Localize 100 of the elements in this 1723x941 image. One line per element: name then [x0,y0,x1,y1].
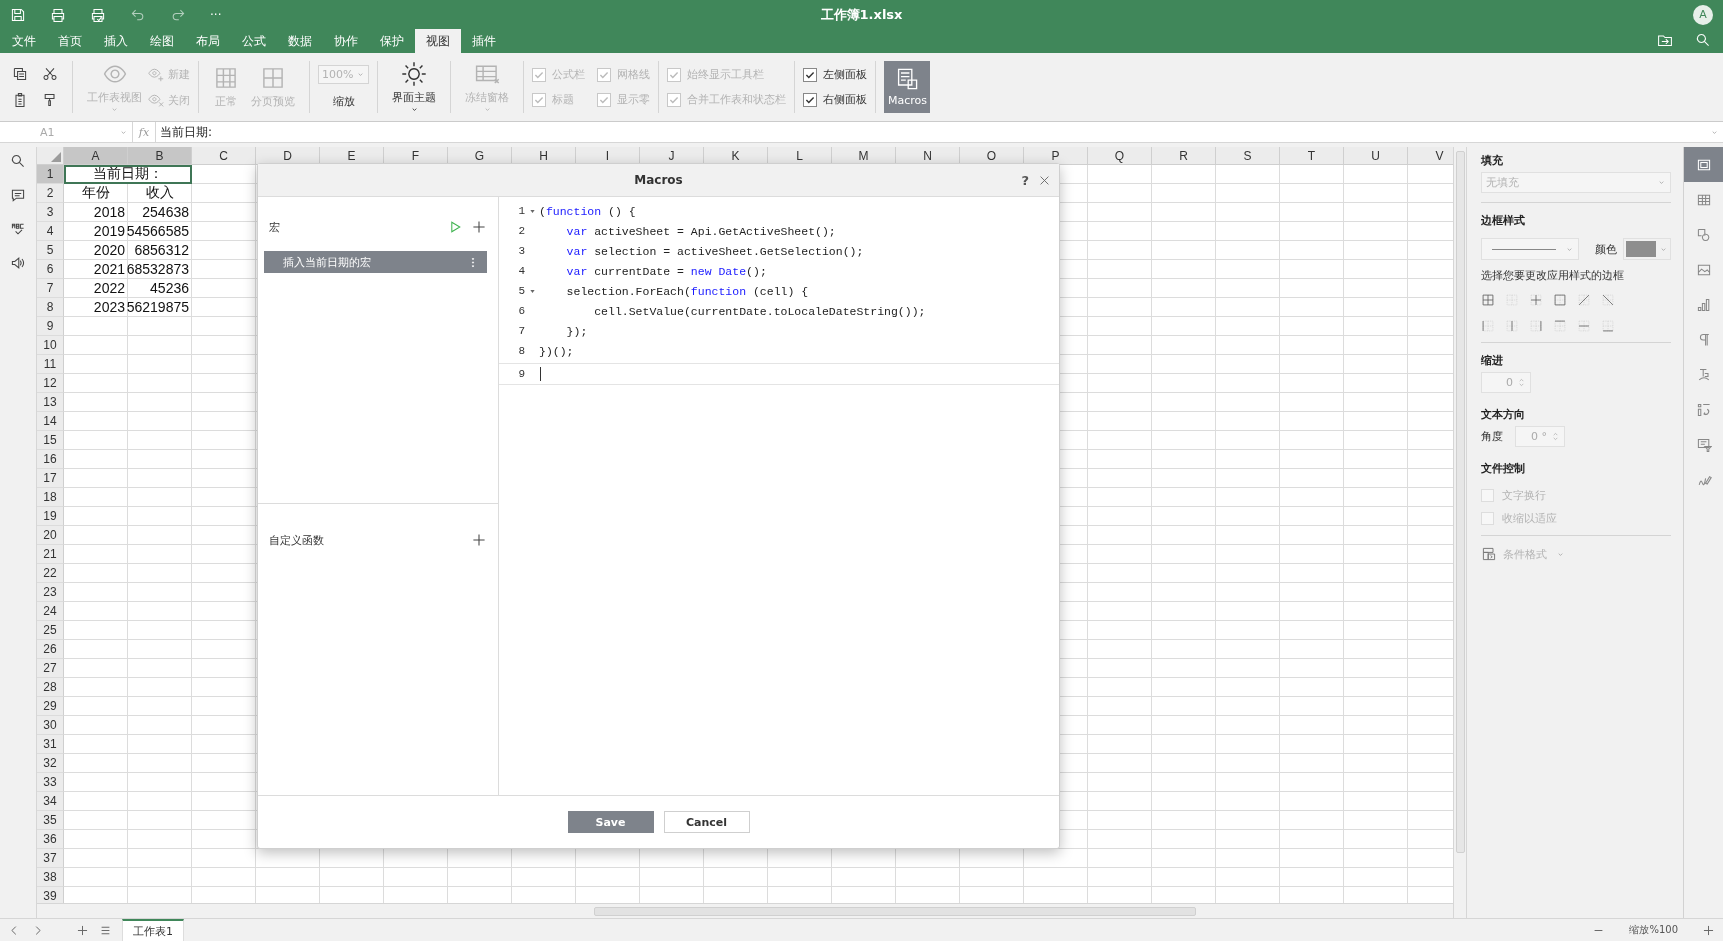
option-checkbox[interactable]: 右侧面板 [803,92,868,107]
more-button[interactable]: ··· [210,7,222,22]
border-option-icon[interactable] [1481,319,1495,333]
spinner-arrows-icon[interactable] [1517,376,1526,389]
column-header[interactable]: Q [1088,147,1152,165]
row-header[interactable]: 17 [37,469,64,488]
border-option-icon[interactable] [1529,319,1543,333]
row-header[interactable]: 5 [37,241,64,260]
menu-tab[interactable]: 布局 [185,29,231,53]
comment-icon[interactable] [10,187,26,203]
menu-tab[interactable]: 数据 [277,29,323,53]
cut-icon[interactable] [42,66,58,82]
border-option-icon[interactable] [1577,319,1591,333]
vertical-scrollbar[interactable] [1455,151,1465,853]
menu-tab[interactable]: 公式 [231,29,277,53]
border-option-icon[interactable] [1529,293,1543,307]
border-option-icon[interactable] [1553,293,1567,307]
row-header[interactable]: 34 [37,792,64,811]
border-option-icon[interactable] [1601,293,1615,307]
row-header[interactable]: 10 [37,336,64,355]
row-header[interactable]: 14 [37,412,64,431]
border-option-icon[interactable] [1601,319,1615,333]
option-checkbox[interactable]: 左侧面板 [803,67,868,82]
format-painter-icon[interactable] [42,92,58,108]
zoom-in-icon[interactable] [1702,923,1715,937]
add-icon[interactable] [471,532,487,548]
row-header[interactable]: 38 [37,868,64,887]
row-header[interactable]: 4 [37,222,64,241]
row-header[interactable]: 20 [37,526,64,545]
row-header[interactable]: 33 [37,773,64,792]
row-header[interactable]: 7 [37,279,64,298]
row-header[interactable]: 30 [37,716,64,735]
copy-icon[interactable] [12,66,28,82]
column-header[interactable]: D [256,147,320,165]
spinner-arrows-icon[interactable] [1551,430,1560,443]
column-header[interactable]: P [1024,147,1088,165]
line-style-dropdown[interactable] [1481,238,1579,260]
search-icon[interactable] [10,153,26,169]
row-header[interactable]: 39 [37,887,64,903]
row-header[interactable]: 1 [37,165,64,184]
formula-input[interactable]: 当前日期: [156,122,1723,142]
column-header[interactable]: T [1280,147,1344,165]
user-avatar[interactable]: A [1693,4,1713,25]
column-header[interactable]: V [1408,147,1453,165]
color-picker[interactable] [1623,238,1671,260]
menu-tab[interactable]: 文件 [1,29,47,53]
row-header[interactable]: 13 [37,393,64,412]
print-icon[interactable] [50,6,66,23]
row-header[interactable]: 35 [37,811,64,830]
row-header[interactable]: 19 [37,507,64,526]
row-header[interactable]: 16 [37,450,64,469]
menu-tab[interactable]: 插入 [93,29,139,53]
help-button[interactable]: ? [1021,172,1029,188]
column-header[interactable]: R [1152,147,1216,165]
spellcheck-icon[interactable] [10,221,26,237]
row-header[interactable]: 22 [37,564,64,583]
row-header[interactable]: 31 [37,735,64,754]
row-header[interactable]: 15 [37,431,64,450]
cancel-button[interactable]: Cancel [663,811,750,833]
column-header[interactable]: C [192,147,256,165]
row-header[interactable]: 26 [37,640,64,659]
fold-arrow-icon[interactable] [528,287,536,295]
select-all-icon[interactable] [51,152,61,162]
row-header[interactable]: 37 [37,849,64,868]
border-option-icon[interactable] [1553,319,1567,333]
add-sheet-icon[interactable] [76,923,89,937]
fold-arrow-icon[interactable] [528,207,536,215]
row-header[interactable]: 23 [37,583,64,602]
column-header[interactable]: U [1344,147,1408,165]
row-header[interactable]: 36 [37,830,64,849]
row-header[interactable]: 12 [37,374,64,393]
paste-icon[interactable] [12,92,28,108]
open-location-icon[interactable] [1657,32,1673,48]
add-icon[interactable] [471,219,487,235]
horizontal-scrollbar[interactable] [594,906,1196,916]
menu-tab[interactable]: 视图 [415,29,461,53]
border-option-icon[interactable] [1505,319,1519,333]
column-header[interactable]: B [128,147,192,165]
interface-theme-button[interactable]: 界面主题 [386,56,443,118]
row-header[interactable]: 9 [37,317,64,336]
macro-list-item[interactable]: 插入当前日期的宏 [264,251,487,273]
menu-tab[interactable]: 保护 [369,29,415,53]
column-header[interactable]: A [64,147,128,165]
row-header[interactable]: 28 [37,678,64,697]
sheet-tab[interactable]: 工作表1 [122,919,184,941]
macros-button[interactable]: Macros [884,61,931,113]
menu-tab[interactable]: 首页 [47,29,93,53]
row-header[interactable]: 27 [37,659,64,678]
column-header[interactable]: S [1216,147,1280,165]
row-header[interactable]: 11 [37,355,64,374]
save-icon[interactable] [10,6,26,23]
border-option-icon[interactable] [1577,293,1591,307]
row-header[interactable]: 29 [37,697,64,716]
row-header[interactable]: 25 [37,621,64,640]
speaker-icon[interactable] [10,255,26,271]
menu-tab[interactable]: 插件 [461,29,507,53]
menu-tab[interactable]: 协作 [323,29,369,53]
row-header[interactable]: 2 [37,184,64,203]
row-header[interactable]: 24 [37,602,64,621]
row-header[interactable]: 6 [37,260,64,279]
